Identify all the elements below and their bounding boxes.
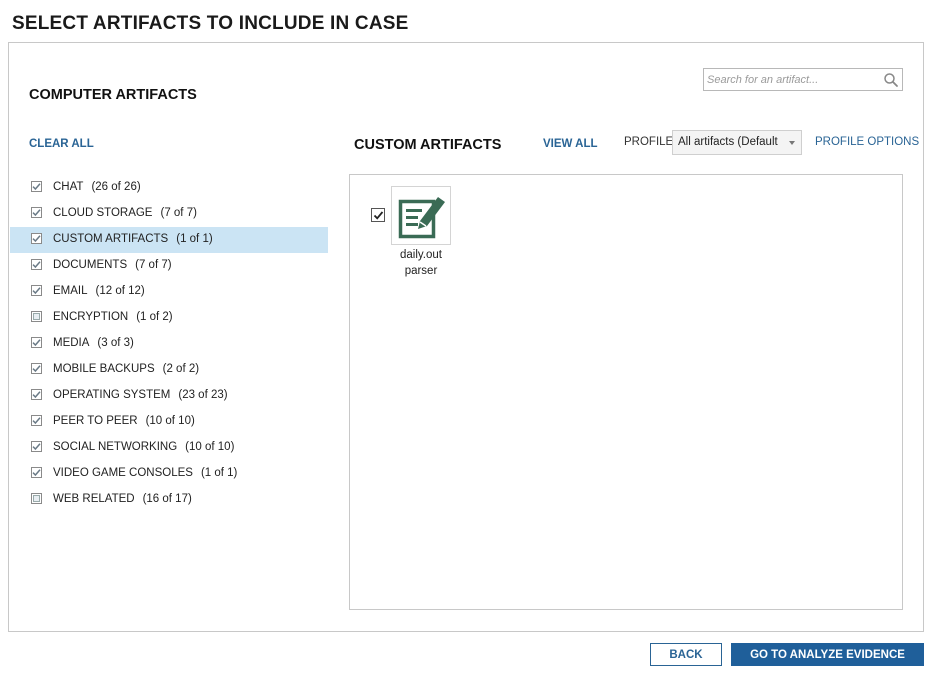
checked-checkbox[interactable]	[31, 441, 42, 452]
checked-checkbox[interactable]	[31, 233, 42, 244]
category-list: CHAT (26 of 26) CLOUD STORAGE (7 of 7) CUSTO…	[10, 175, 328, 513]
partial-checkbox[interactable]	[31, 311, 42, 322]
profile-label: PROFILE	[624, 136, 674, 148]
category-name: DOCUMENTS	[53, 259, 128, 271]
category-item-operating-system[interactable]: OPERATING SYSTEM (23 of 23)	[10, 383, 328, 409]
custom-artifacts-title: CUSTOM ARTIFACTS	[354, 137, 502, 153]
category-name: MOBILE BACKUPS	[53, 363, 155, 375]
category-label: ENCRYPTION (1 of 2)	[53, 311, 173, 323]
profile-dropdown[interactable]: All artifacts (Default	[672, 130, 802, 155]
view-all-link[interactable]: VIEW ALL	[543, 138, 598, 150]
category-label: MOBILE BACKUPS (2 of 2)	[53, 363, 199, 375]
checkmark-icon	[32, 391, 41, 399]
category-item-media[interactable]: MEDIA (3 of 3)	[10, 331, 328, 357]
artifact-name-line2: parser	[404, 265, 438, 277]
checkmark-icon	[32, 469, 41, 477]
category-name: CUSTOM ARTIFACTS	[53, 233, 169, 245]
category-count: (12 of 12)	[95, 285, 145, 297]
checked-checkbox[interactable]	[31, 389, 42, 400]
category-count: (1 of 1)	[176, 233, 213, 245]
category-count: (16 of 17)	[142, 493, 192, 505]
checkmark-icon	[32, 183, 41, 191]
page-title: SELECT ARTIFACTS TO INCLUDE IN CASE	[12, 13, 409, 34]
partial-checkbox[interactable]	[31, 493, 42, 504]
artifact-tile-daily-out-parser[interactable]	[391, 186, 451, 245]
category-count: (23 of 23)	[178, 389, 228, 401]
category-item-custom-artifacts[interactable]: CUSTOM ARTIFACTS (1 of 1)	[10, 227, 328, 253]
category-item-mobile-backups[interactable]: MOBILE BACKUPS (2 of 2)	[10, 357, 328, 383]
checked-checkbox[interactable]	[31, 285, 42, 296]
checkmark-icon	[32, 261, 41, 269]
checkmark-icon	[32, 209, 41, 217]
category-name: CLOUD STORAGE	[53, 207, 153, 219]
checkmark-icon	[32, 417, 41, 425]
category-label: PEER TO PEER (10 of 10)	[53, 415, 195, 427]
category-label: CUSTOM ARTIFACTS (1 of 1)	[53, 233, 213, 245]
checked-checkbox[interactable]	[31, 207, 42, 218]
checkmark-icon	[373, 210, 383, 220]
checkmark-icon	[32, 365, 41, 373]
category-item-encryption[interactable]: ENCRYPTION (1 of 2)	[10, 305, 328, 331]
checked-checkbox[interactable]	[31, 363, 42, 374]
category-count: (26 of 26)	[91, 181, 141, 193]
checked-checkbox[interactable]	[31, 467, 42, 478]
category-item-web-related[interactable]: WEB RELATED (16 of 17)	[10, 487, 328, 513]
category-count: (10 of 10)	[145, 415, 195, 427]
category-label: CHAT (26 of 26)	[53, 181, 141, 193]
category-count: (7 of 7)	[160, 207, 197, 219]
artifact-name-line1: daily.out	[400, 249, 442, 261]
artifact-checkbox[interactable]	[371, 208, 385, 222]
category-count: (3 of 3)	[97, 337, 134, 349]
category-count: (2 of 2)	[162, 363, 200, 375]
category-item-social-networking[interactable]: SOCIAL NETWORKING (10 of 10)	[10, 435, 328, 461]
category-count: (7 of 7)	[135, 259, 172, 271]
category-name: MEDIA	[53, 337, 90, 349]
checked-checkbox[interactable]	[31, 259, 42, 270]
computer-artifacts-title: COMPUTER ARTIFACTS	[29, 87, 197, 103]
category-name: CHAT	[53, 181, 84, 193]
back-button[interactable]: BACK	[650, 643, 722, 666]
search-icon[interactable]	[883, 72, 899, 88]
category-label: CLOUD STORAGE (7 of 7)	[53, 207, 197, 219]
category-label: SOCIAL NETWORKING (10 of 10)	[53, 441, 234, 453]
category-label: DOCUMENTS (7 of 7)	[53, 259, 172, 271]
edit-document-icon	[398, 197, 445, 239]
category-item-documents[interactable]: DOCUMENTS (7 of 7)	[10, 253, 328, 279]
search-input[interactable]	[707, 72, 879, 88]
category-item-cloud-storage[interactable]: CLOUD STORAGE (7 of 7)	[10, 201, 328, 227]
category-label: VIDEO GAME CONSOLES (1 of 1)	[53, 467, 237, 479]
checked-checkbox[interactable]	[31, 181, 42, 192]
category-name: ENCRYPTION	[53, 311, 129, 323]
search-box[interactable]	[703, 68, 903, 91]
category-name: SOCIAL NETWORKING	[53, 441, 178, 453]
category-name: WEB RELATED	[53, 493, 135, 505]
checkmark-icon	[32, 443, 41, 451]
checkmark-icon	[32, 339, 41, 347]
category-item-email[interactable]: EMAIL (12 of 12)	[10, 279, 328, 305]
go-to-analyze-evidence-button[interactable]: GO TO ANALYZE EVIDENCE	[731, 643, 924, 666]
category-item-chat[interactable]: CHAT (26 of 26)	[10, 175, 328, 201]
artifact-label: daily.out parser	[386, 247, 456, 279]
category-name: EMAIL	[53, 285, 88, 297]
category-count: (1 of 1)	[200, 467, 238, 479]
profile-dropdown-value: All artifacts (Default	[678, 136, 778, 148]
checkmark-icon	[32, 287, 41, 295]
clear-all-link[interactable]: CLEAR ALL	[29, 138, 94, 150]
category-item-video-game-consoles[interactable]: VIDEO GAME CONSOLES (1 of 1)	[10, 461, 328, 487]
category-name: VIDEO GAME CONSOLES	[53, 467, 193, 479]
category-label: OPERATING SYSTEM (23 of 23)	[53, 389, 228, 401]
dropdown-arrow-icon	[789, 141, 795, 145]
checked-checkbox[interactable]	[31, 337, 42, 348]
category-name: PEER TO PEER	[53, 415, 138, 427]
category-label: EMAIL (12 of 12)	[53, 285, 145, 297]
checkmark-icon	[32, 235, 41, 243]
category-item-peer-to-peer[interactable]: PEER TO PEER (10 of 10)	[10, 409, 328, 435]
category-name: OPERATING SYSTEM	[53, 389, 171, 401]
checked-checkbox[interactable]	[31, 415, 42, 426]
category-label: MEDIA (3 of 3)	[53, 337, 134, 349]
category-label: WEB RELATED (16 of 17)	[53, 493, 192, 505]
category-count: (10 of 10)	[185, 441, 235, 453]
category-count: (1 of 2)	[136, 311, 173, 323]
profile-options-link[interactable]: PROFILE OPTIONS	[815, 136, 919, 148]
